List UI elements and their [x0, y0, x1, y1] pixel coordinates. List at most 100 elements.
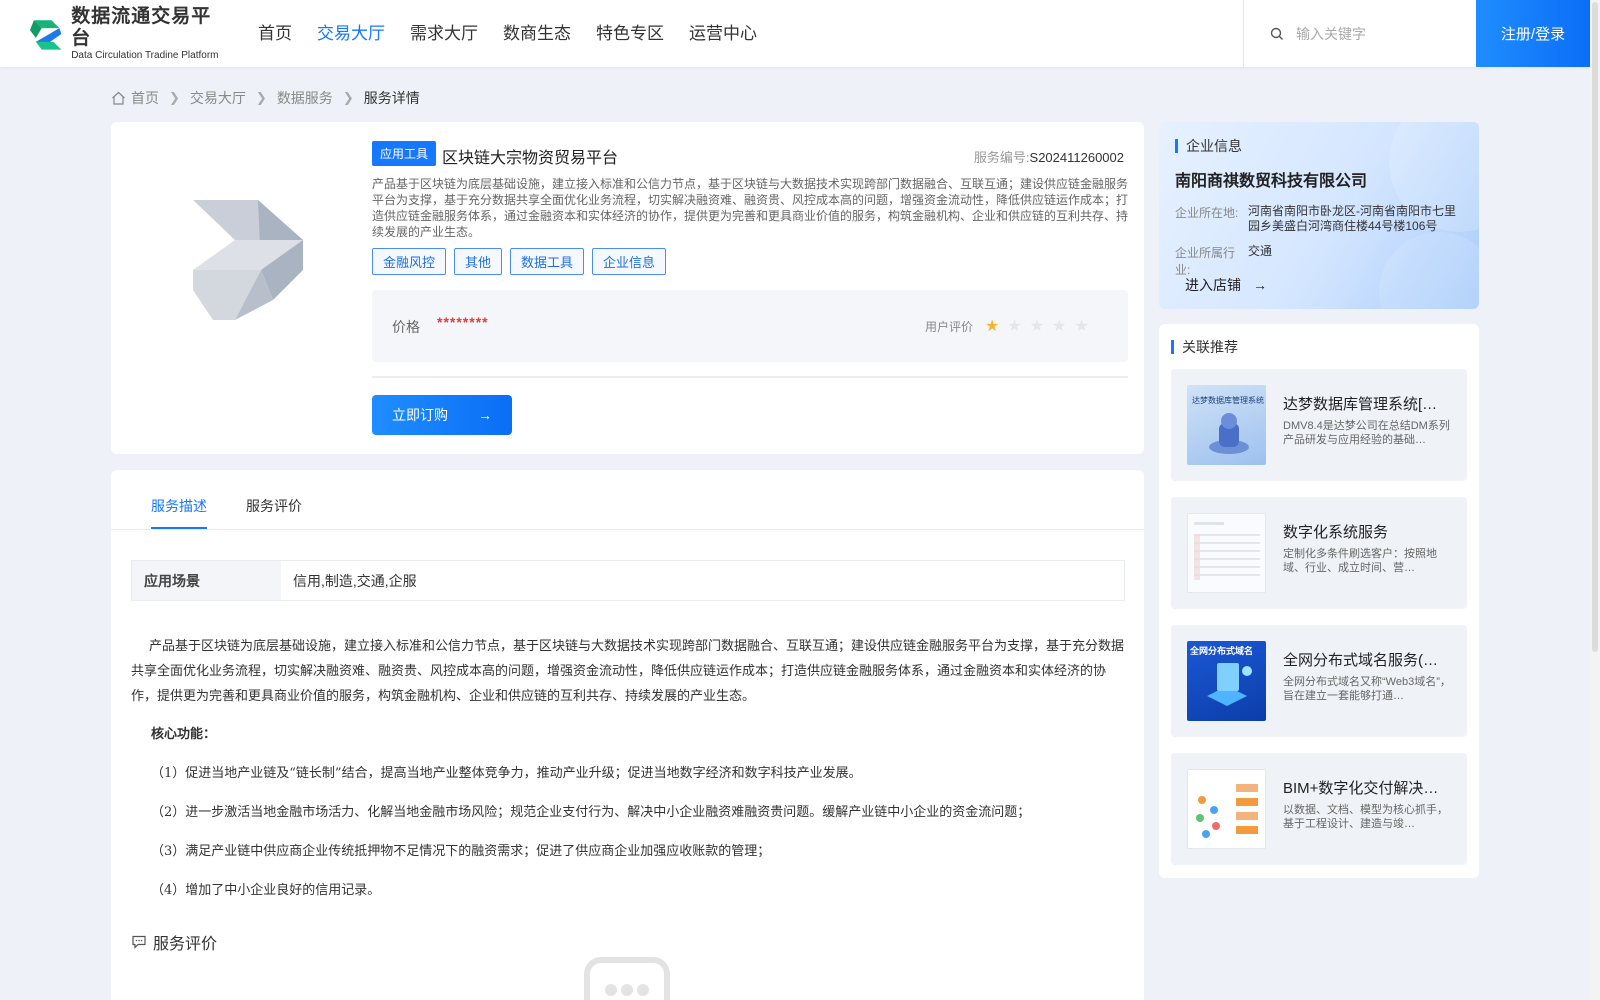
recommend-desc: DMV8.4是达梦公司在总结DM系列产品研发与应用经验的基础… — [1283, 420, 1450, 446]
recommend-thumbnail — [1187, 769, 1266, 849]
industry-value: 交通 — [1248, 244, 1273, 258]
recommend-desc: 以数据、文档、模型为核心抓手，基于工程设计、建造与竣… — [1283, 804, 1448, 830]
tag-data-tool[interactable]: 数据工具 — [510, 248, 585, 275]
tag-other[interactable]: 其他 — [454, 248, 503, 275]
empty-comment-icon — [584, 957, 670, 1000]
recommend-thumbnail: 全网分布式域名 — [1187, 641, 1266, 721]
nav-trading-hall[interactable]: 交易大厅 — [317, 0, 385, 67]
star-icon[interactable]: ★ — [985, 316, 999, 336]
recommend-title: 全网分布式域名服务(… — [1283, 652, 1438, 669]
category-tag: 应用工具 — [372, 141, 437, 166]
recommend-item[interactable]: 全网分布式域名 全网分布式域名服务(… 全网分布式域名又称“Web3域名”，旨在… — [1171, 625, 1467, 737]
location-value: 河南省南阳市卧龙区-河南省南阳市七里园乡美盛白河湾商住楼44号楼106号 — [1248, 204, 1456, 233]
recommend-item[interactable]: 达梦数据库管理系统 达梦数据库管理系统[… DMV8.4是达梦公司在总结DM系列… — [1171, 369, 1467, 481]
breadcrumb-current: 服务详情 — [363, 90, 420, 106]
enter-shop-button[interactable]: 进入店铺 → — [1185, 275, 1267, 295]
tab-service-reviews[interactable]: 服务评价 — [246, 496, 302, 516]
tag-company-info[interactable]: 企业信息 — [592, 248, 667, 275]
recommend-thumbnail — [1187, 513, 1266, 593]
core-features-label: 核心功能： — [151, 727, 217, 742]
home-icon — [112, 91, 125, 105]
product-thumbnail — [193, 200, 303, 320]
service-number-value: S202411260002 — [1029, 150, 1124, 165]
nav-special-zone[interactable]: 特色专区 — [596, 0, 664, 67]
breadcrumb: 首页 ❯ 交易大厅 ❯ 数据服务 ❯ 服务详情 — [111, 88, 420, 108]
star-icon[interactable]: ★ — [1007, 316, 1021, 336]
tab-service-description[interactable]: 服务描述 — [151, 496, 207, 516]
price-value: ******** — [437, 314, 489, 330]
platform-logo[interactable]: 数据流通交易平台 Data Circulation Tradine Platfo… — [28, 6, 228, 62]
price-box: 价格 ******** 用户评价 ★ ★ ★ ★ ★ — [372, 290, 1128, 362]
description-paragraph: 产品基于区块链为底层基础设施，建立接入标准和公信力节点，基于区块链与大数据技术实… — [131, 639, 1125, 704]
scene-value: 信用,制造,交通,企服 — [293, 573, 417, 589]
page-scrollbar[interactable] — [1590, 0, 1600, 1000]
detail-tabs: 服务描述 服务评价 — [111, 470, 1144, 530]
feature-item: （3）满足产业链中供应商企业传统抵押物不足情况下的融资需求；促进了供应商企业加强… — [151, 844, 771, 859]
star-icon[interactable]: ★ — [1030, 316, 1044, 336]
top-header: 数据流通交易平台 Data Circulation Tradine Platfo… — [0, 0, 1590, 67]
order-button-label: 立即订购 — [392, 407, 448, 423]
product-title: 区块链大宗物资贸易平台 — [442, 150, 619, 167]
logo-subtitle: Data Circulation Tradine Platform — [71, 49, 219, 61]
recommend-thumbnail: 达梦数据库管理系统 — [1187, 385, 1266, 465]
breadcrumb-data-service[interactable]: 数据服务 — [277, 88, 333, 108]
product-card: 应用工具 区块链大宗物资贸易平台 服务编号:S202411260002 产品基于… — [111, 122, 1144, 454]
scrollbar-thumb[interactable] — [1592, 2, 1598, 652]
related-recommendations: 关联推荐 达梦数据库管理系统 达梦数据库管理系统[… DMV8.4是达梦公司在总… — [1159, 324, 1479, 878]
comment-icon — [132, 935, 146, 949]
company-industry: 企业所属行业: 交通 — [1175, 244, 1458, 278]
logo-icon — [29, 19, 62, 50]
star-icon[interactable]: ★ — [1052, 316, 1066, 336]
logo-title: 数据流通交易平台 — [71, 5, 212, 49]
nav-home[interactable]: 首页 — [258, 0, 292, 67]
recommend-title: 达梦数据库管理系统[… — [1283, 396, 1438, 413]
recommend-desc: 全网分布式域名又称“Web3域名”，旨在建立一套能够打通… — [1283, 676, 1451, 702]
search-input[interactable] — [1296, 25, 1456, 42]
nav-ecosystem[interactable]: 数商生态 — [503, 0, 571, 67]
recommend-section-title: 关联推荐 — [1171, 337, 1238, 357]
price-label: 价格 — [392, 319, 420, 335]
nav-demand-hall[interactable]: 需求大厅 — [410, 0, 478, 67]
order-now-button[interactable]: 立即订购 → — [372, 395, 512, 435]
arrow-right-icon: → — [478, 407, 492, 423]
service-detail-panel: 服务描述 服务评价 应用场景 信用,制造,交通,企服 产品基于区块链为底层基础设… — [111, 470, 1144, 1000]
nav-operation-center[interactable]: 运营中心 — [689, 0, 757, 67]
active-tab-indicator — [151, 527, 207, 529]
feature-item: （2）进一步激活当地金融市场活力、化解当地金融市场风险；规范企业支付行为、解决中… — [151, 805, 1031, 820]
chevron-right-icon: ❯ — [255, 90, 267, 105]
service-number: 服务编号:S202411260002 — [974, 147, 1124, 166]
feature-item: （4）增加了中小企业良好的信用记录。 — [151, 883, 381, 898]
rating-label: 用户评价 — [925, 320, 974, 334]
industry-label: 企业所属行业: — [1175, 246, 1236, 277]
location-label: 企业所在地: — [1175, 206, 1239, 220]
recommend-title: 数字化系统服务 — [1283, 524, 1389, 541]
application-scene-row: 应用场景 信用,制造,交通,企服 — [131, 560, 1125, 601]
feature-item: （1）促进当地产业链及“链长制”结合，提高当地产业整体竞争力，推动产业升级；促进… — [151, 766, 862, 781]
company-name: 南阳商祺数贸科技有限公司 — [1175, 173, 1368, 190]
chevron-right-icon: ❯ — [169, 90, 180, 105]
search-icon[interactable] — [1270, 27, 1284, 41]
login-register-button[interactable]: 注册/登录 — [1476, 0, 1590, 67]
scene-label: 应用场景 — [132, 561, 281, 600]
company-section-title: 企业信息 — [1175, 136, 1242, 156]
chevron-right-icon: ❯ — [342, 90, 354, 105]
company-location: 企业所在地: 河南省南阳市卧龙区-河南省南阳市七里园乡美盛白河湾商住楼44号楼1… — [1175, 204, 1458, 234]
recommend-title: BIM+数字化交付解决… — [1283, 780, 1439, 797]
arrow-right-icon: → — [1253, 277, 1267, 293]
breadcrumb-trading-hall[interactable]: 交易大厅 — [190, 88, 246, 108]
service-number-label: 服务编号: — [973, 150, 1030, 165]
recommend-item[interactable]: 数字化系统服务 定制化多条件刷选客户：按照地域、行业、成立时间、营… — [1171, 497, 1467, 609]
recommend-item[interactable]: BIM+数字化交付解决… 以数据、文档、模型为核心抓手，基于工程设计、建造与竣… — [1171, 753, 1467, 865]
company-info-card: 企业信息 南阳商祺数贸科技有限公司 企业所在地: 河南省南阳市卧龙区-河南省南阳… — [1159, 122, 1479, 309]
breadcrumb-home[interactable]: 首页 — [131, 88, 159, 108]
star-icon[interactable]: ★ — [1074, 316, 1088, 336]
rating-stars: ★ ★ ★ ★ ★ — [985, 316, 1097, 336]
main-nav: 首页 交易大厅 需求大厅 数商生态 特色专区 运营中心 — [258, 0, 782, 67]
product-tags: 金融风控 其他 数据工具 企业信息 — [372, 248, 674, 275]
tag-finance-risk[interactable]: 金融风控 — [372, 248, 447, 275]
divider — [372, 376, 1128, 378]
reviews-section-title: 服务评价 — [131, 930, 217, 954]
recommend-desc: 定制化多条件刷选客户：按照地域、行业、成立时间、营… — [1283, 548, 1437, 574]
product-description: 产品基于区块链为底层基础设施，建立接入标准和公信力节点，基于区块链与大数据技术实… — [372, 177, 1129, 239]
search-box — [1243, 0, 1476, 67]
